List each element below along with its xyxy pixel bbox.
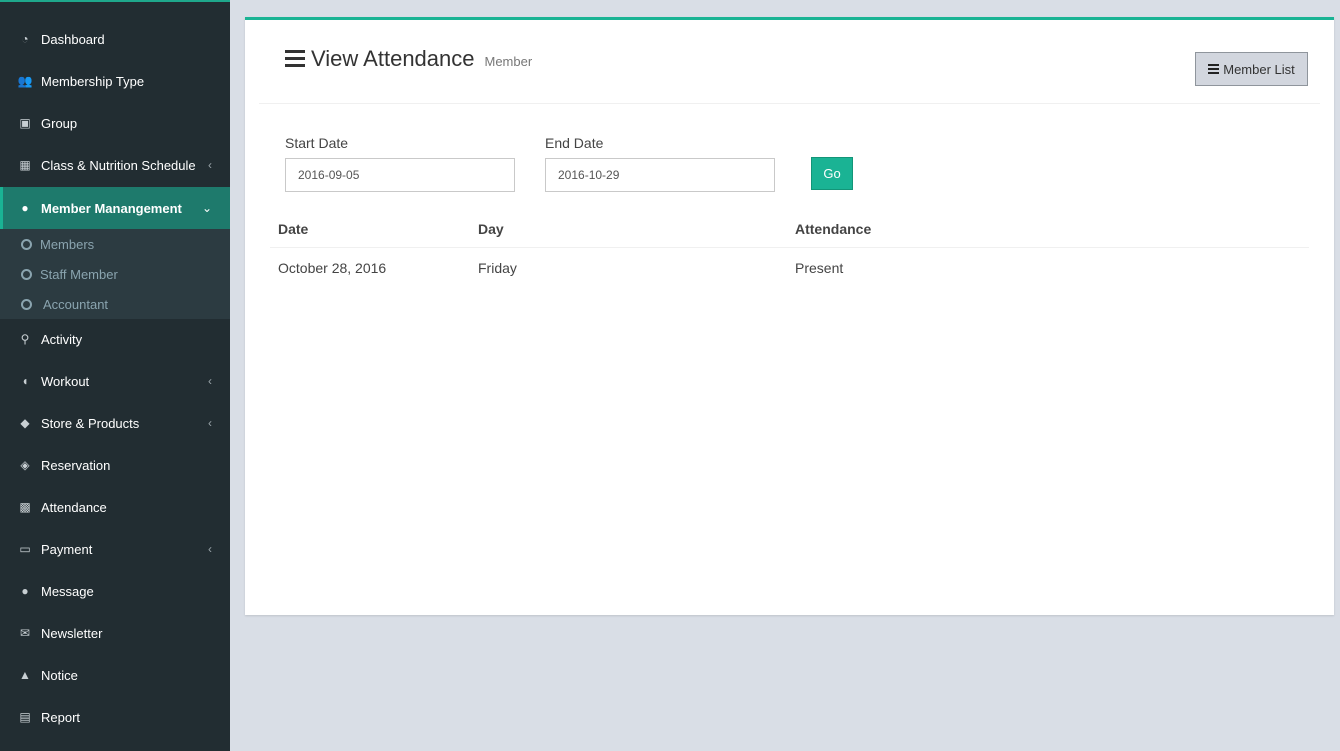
attendance-box: View Attendance Member Member List Start… (245, 17, 1334, 615)
dashboard-icon: ◔ (21, 32, 29, 46)
sidebar-item-label: Payment (41, 541, 93, 557)
sidebar-item-report[interactable]: ▤ Report (0, 696, 230, 738)
sidebar-item-membership-type[interactable]: 👥 Membership Type (0, 60, 230, 102)
sidebar-item-label: Activity (41, 331, 83, 347)
sidebar-item-attendance[interactable]: ▩ Attendance (0, 486, 230, 528)
circle-icon (21, 238, 32, 250)
page-title-text: View Attendance (311, 46, 475, 71)
column-header-date: Date (278, 221, 309, 237)
bell-icon: ▲ (19, 668, 31, 682)
submenu-item-accountant[interactable]: Accountant (0, 289, 230, 319)
users-icon: 👥 (17, 74, 33, 88)
comment-icon: ● (21, 584, 29, 598)
sidebar-item-label: Workout (41, 373, 90, 389)
page-title: View Attendance Member (285, 46, 532, 72)
bicycle-icon: ⚲ (20, 332, 30, 346)
chevron-left-icon: ‹ (208, 374, 212, 388)
submenu-item-label: Staff Member (40, 266, 118, 282)
sidebar-item-notice[interactable]: ▲ Notice (0, 654, 230, 696)
group-icon: ▣ (19, 116, 31, 130)
sidebar-item-label: Message (41, 583, 94, 599)
user-icon: ● (21, 201, 29, 215)
sidebar-item-label: Store & Products (41, 415, 140, 431)
sidebar-item-reservation[interactable]: ◈ Reservation (0, 444, 230, 486)
bars-icon (1208, 64, 1220, 74)
sidebar-item-label: Dashboard (41, 31, 105, 47)
money-icon: ▭ (19, 542, 31, 556)
sidebar-item-newsletter[interactable]: ✉ Newsletter (0, 612, 230, 654)
sidebar-item-message[interactable]: ● Message (0, 570, 230, 612)
member-list-button[interactable]: Member List (1195, 52, 1308, 86)
chevron-down-icon: ⌄ (201, 201, 212, 215)
sidebar-item-member-management[interactable]: ● Member Manangement ⌄ (0, 187, 230, 229)
calendar-icon: ▦ (19, 158, 31, 172)
start-date-label: Start Date (285, 135, 349, 151)
sidebar-item-label: Member Manangement (41, 200, 182, 216)
column-header-day: Day (478, 221, 504, 237)
sidebar-item-label: Group (41, 115, 78, 131)
submenu-item-label: Accountant (43, 296, 109, 312)
go-button[interactable]: Go (811, 157, 853, 190)
sidebar-item-store-products[interactable]: ◆ Store & Products ‹ (0, 402, 230, 444)
ticket-icon: ◈ (20, 458, 30, 472)
sidebar-item-label: Class & Nutrition Schedule (41, 157, 196, 173)
qrcode-icon: ▩ (19, 500, 31, 514)
table-cell-date: October 28, 2016 (278, 260, 387, 276)
sidebar-item-label: Attendance (41, 499, 107, 515)
column-header-attendance: Attendance (795, 221, 872, 237)
sidebar-item-label: Notice (41, 667, 78, 683)
bars-icon (285, 50, 305, 68)
file-icon: ▤ (19, 710, 31, 724)
start-date-input[interactable] (285, 158, 515, 192)
workout-icon: ◖ (21, 374, 29, 388)
envelope-icon: ✉ (19, 626, 31, 640)
sidebar-item-label: Reservation (41, 457, 111, 473)
chevron-left-icon: ‹ (208, 542, 212, 556)
sidebar-item-dashboard[interactable]: ◔ Dashboard (0, 18, 230, 60)
sidebar-item-activity[interactable]: ⚲ Activity (0, 318, 230, 360)
sidebar-item-payment[interactable]: ▭ Payment ‹ (0, 528, 230, 570)
end-date-input[interactable] (545, 158, 775, 192)
sidebar: ◔ Dashboard 👥 Membership Type ▣ Group ▦ … (0, 0, 230, 751)
submenu-item-members[interactable]: Members (0, 229, 230, 259)
member-list-label: Member List (1223, 61, 1295, 77)
box-header: View Attendance Member Member List (259, 20, 1320, 104)
member-management-submenu: Members Staff Member Accountant (0, 229, 230, 319)
submenu-item-staff-member[interactable]: Staff Member (0, 259, 230, 289)
circle-icon (21, 298, 32, 310)
page-subtitle: Member (484, 54, 533, 69)
sidebar-item-label: Report (41, 709, 81, 725)
table-cell-attendance: Present (795, 260, 844, 276)
sidebar-item-workout[interactable]: ◖ Workout ‹ (0, 360, 230, 402)
chevron-left-icon: ‹ (208, 416, 212, 430)
end-date-label: End Date (545, 135, 604, 151)
sidebar-item-label: Newsletter (41, 625, 103, 641)
circle-icon (21, 268, 32, 280)
sidebar-item-group[interactable]: ▣ Group (0, 102, 230, 144)
table-cell-day: Friday (478, 260, 517, 276)
sidebar-item-label: Membership Type (41, 73, 145, 89)
sidebar-item-class-schedule[interactable]: ▦ Class & Nutrition Schedule ‹ (0, 144, 230, 186)
submenu-item-label: Members (40, 236, 95, 252)
tags-icon: ◆ (20, 416, 30, 430)
table-divider (270, 247, 1309, 248)
chevron-left-icon: ‹ (208, 158, 212, 172)
